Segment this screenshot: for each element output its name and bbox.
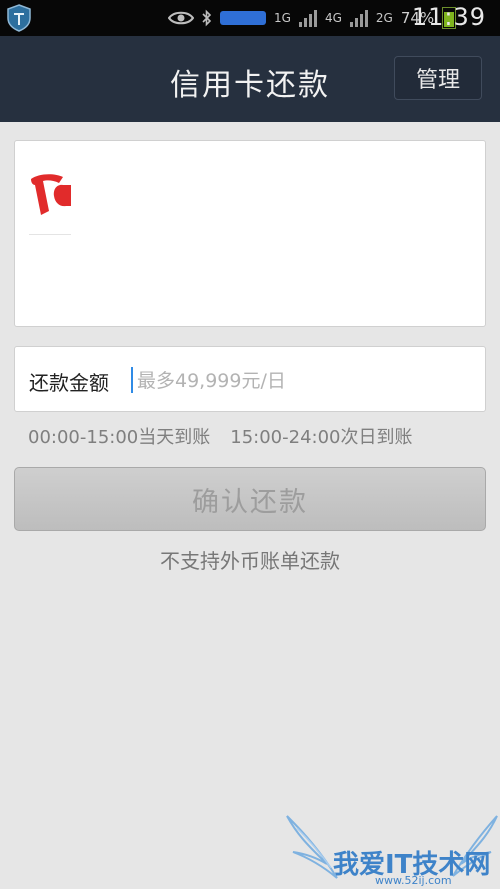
bluetooth-icon [202,9,212,27]
status-time: 11:39 [411,3,486,31]
signal-icon [298,9,317,27]
shield-app-icon [7,4,31,32]
amount-panel: 还款金额 [14,346,486,412]
watermark: 我爱IT技术网 www.52ij.com [285,812,500,889]
nav-bar: 信用卡还款 管理 [0,36,500,122]
card-divider [29,234,71,235]
bank-logo-icon [31,174,71,215]
network-label-2g: 2G [375,11,393,25]
eye-icon [168,11,194,25]
same-day-hint: 00:00-15:00当天到账 [28,427,211,448]
wifi-icon [220,11,266,25]
signal-icon [349,9,368,27]
arrival-time-hint: 00:00-15:00当天到账 15:00-24:00次日到账 [28,423,413,449]
manage-button[interactable]: 管理 [394,56,482,100]
credit-card-panel[interactable] [14,140,486,327]
status-bar: 1G 4G 2G 74% 11:39 [0,0,500,36]
watermark-url: www.52ij.com [375,874,452,887]
input-caret [131,367,133,393]
next-day-hint: 15:00-24:00次日到账 [230,427,413,448]
network-label-4g: 4G [324,11,342,25]
network-label-1g: 1G [274,11,291,25]
amount-label: 还款金额 [29,371,109,395]
confirm-repayment-button[interactable]: 确认还款 [14,467,486,531]
foreign-currency-note: 不支持外币账单还款 [160,549,340,573]
amount-input[interactable] [135,361,469,401]
